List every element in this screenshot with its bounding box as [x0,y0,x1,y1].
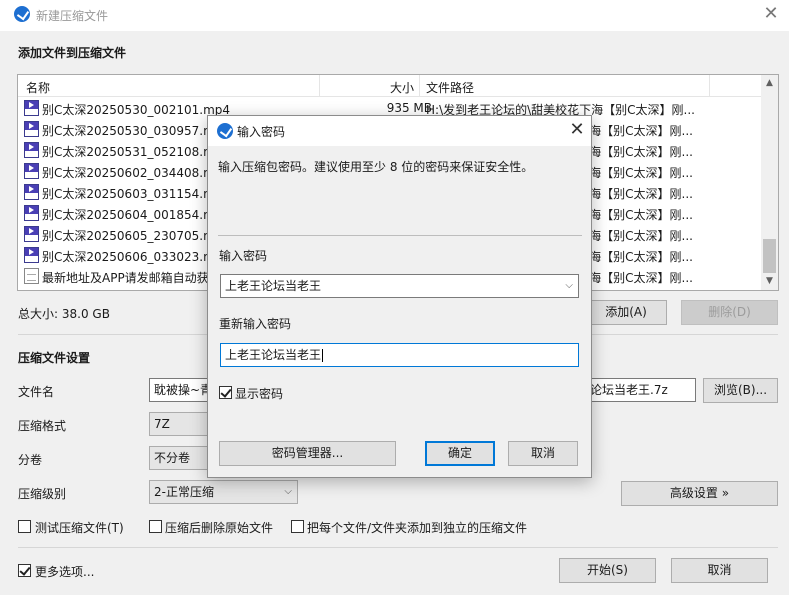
test-archive-label[interactable]: 测试压缩文件(T) [35,519,124,536]
level-select-value: 2-正常压缩 [154,485,214,499]
app-logo-icon [217,123,233,139]
password-input[interactable]: 上老王论坛当老王 ⌵ [220,274,579,298]
separate-archives-checkbox[interactable] [291,520,304,533]
dialog-titlebar: 输入密码 ✕ [208,116,591,146]
divider [18,547,778,548]
advanced-settings-button[interactable]: 高级设置 » [621,481,778,506]
mp4-file-icon [24,205,39,221]
file-path: 海【别C太深】刚... [589,208,693,222]
close-icon[interactable]: ✕ [761,3,781,25]
file-name: 别C太深20250530_030957.mp4 [42,124,231,138]
scroll-thumb[interactable] [763,239,776,273]
format-select[interactable]: 7Z [149,412,209,436]
mp4-file-icon [24,142,39,158]
file-name: 别C太深20250530_002101.mp4 [42,103,231,117]
scroll-up-icon[interactable]: ▲ [761,75,778,92]
column-name-header[interactable]: 名称 [26,79,50,96]
dialog-instruction: 输入压缩包密码。建议使用至少 8 位的密码来保证安全性。 [218,160,534,174]
filename-input-tail[interactable]: 论坛当老王.7z [590,378,696,402]
file-path: 海【别C太深】刚... [589,124,693,138]
mp4-file-icon [24,184,39,200]
delete-after-checkbox[interactable] [149,520,162,533]
password-input-value: 上老王论坛当老王 [225,279,322,293]
password-label: 输入密码 [219,249,268,263]
reenter-password-label: 重新输入密码 [219,317,292,331]
browse-button[interactable]: 浏览(B)... [703,378,778,403]
file-name: 别C太深20250602_034408.mp4 [42,166,231,180]
window-titlebar: 新建压缩文件 ✕ [0,0,789,31]
format-label: 压缩格式 [18,419,67,433]
delete-after-label[interactable]: 压缩后删除原始文件 [165,519,273,536]
mp4-file-icon [24,100,39,116]
show-password-checkbox[interactable] [219,386,232,399]
password-manager-button[interactable]: 密码管理器... [219,441,396,466]
file-path: 海【别C太深】刚... [589,271,693,285]
settings-section-title: 压缩文件设置 [18,351,91,365]
split-label: 分卷 [18,453,43,467]
show-password-label[interactable]: 显示密码 [235,385,283,402]
level-label: 压缩级别 [18,487,67,501]
delete-button[interactable]: 删除(D) [681,300,778,325]
file-name: 别C太深20250605_230705.mp4 [42,229,231,243]
mp4-file-icon [24,247,39,263]
reenter-password-value: 上老王论坛当老王 [225,348,322,362]
scroll-down-icon[interactable]: ▼ [761,273,778,290]
column-separator[interactable] [419,75,420,97]
ok-button[interactable]: 确定 [425,441,495,466]
level-select[interactable]: 2-正常压缩 ⌵ [149,480,298,504]
column-path-header[interactable]: 文件路径 [426,79,474,96]
text-file-icon [24,268,39,284]
divider [218,235,582,236]
separate-archives-label[interactable]: 把每个文件/文件夹添加到独立的压缩文件 [307,519,527,536]
add-files-section-title: 添加文件到压缩文件 [18,46,127,60]
column-separator[interactable] [709,75,710,97]
start-button[interactable]: 开始(S) [559,558,656,583]
file-name: 别C太深20250603_031154.mp4 [42,187,231,201]
file-path: 海【别C太深】刚... [589,229,693,243]
test-archive-checkbox[interactable] [18,520,31,533]
file-name: 别C太深20250604_001854.mp4 [42,208,231,222]
dialog-title: 输入密码 [237,125,286,139]
file-path: 海【别C太深】刚... [589,145,693,159]
total-size-label: 总大小: 38.0 GB [18,307,110,321]
close-icon[interactable]: ✕ [567,119,587,141]
file-list-header: 名称 大小 文件路径 [18,75,762,97]
file-path: 海【别C太深】刚... [589,187,693,201]
filename-label: 文件名 [18,385,55,399]
more-options-label[interactable]: 更多选项... [35,563,94,580]
file-name: 最新地址及APP请发邮箱自动获 [42,271,209,285]
filename-input[interactable]: 耽被操~青春 [149,378,209,402]
file-name: 别C太深20250606_033023.mp4 [42,250,231,264]
chevron-down-icon: ⌵ [284,486,292,497]
file-path: 海【别C太深】刚... [589,166,693,180]
mp4-file-icon [24,163,39,179]
cancel-button[interactable]: 取消 [671,558,768,583]
split-select[interactable]: 不分卷 [149,446,209,470]
column-separator[interactable] [319,75,320,97]
window-title: 新建压缩文件 [36,9,109,23]
chevron-down-icon[interactable]: ⌵ [565,275,573,297]
reenter-password-input[interactable]: 上老王论坛当老王 [220,343,579,367]
text-caret [322,349,324,362]
file-name: 别C太深20250531_052108.mp4 [42,145,231,159]
password-dialog: 输入密码 ✕ 输入压缩包密码。建议使用至少 8 位的密码来保证安全性。 输入密码… [207,115,592,478]
mp4-file-icon [24,226,39,242]
mp4-file-icon [24,121,39,137]
column-size-header[interactable]: 大小 [390,79,414,96]
file-path: 海【别C太深】刚... [589,250,693,264]
file-list-scrollbar[interactable]: ▲ ▼ [761,75,778,290]
add-button[interactable]: 添加(A) [585,300,667,325]
dialog-cancel-button[interactable]: 取消 [508,441,578,466]
app-logo-icon [14,6,30,22]
more-options-checkbox[interactable] [18,564,31,577]
